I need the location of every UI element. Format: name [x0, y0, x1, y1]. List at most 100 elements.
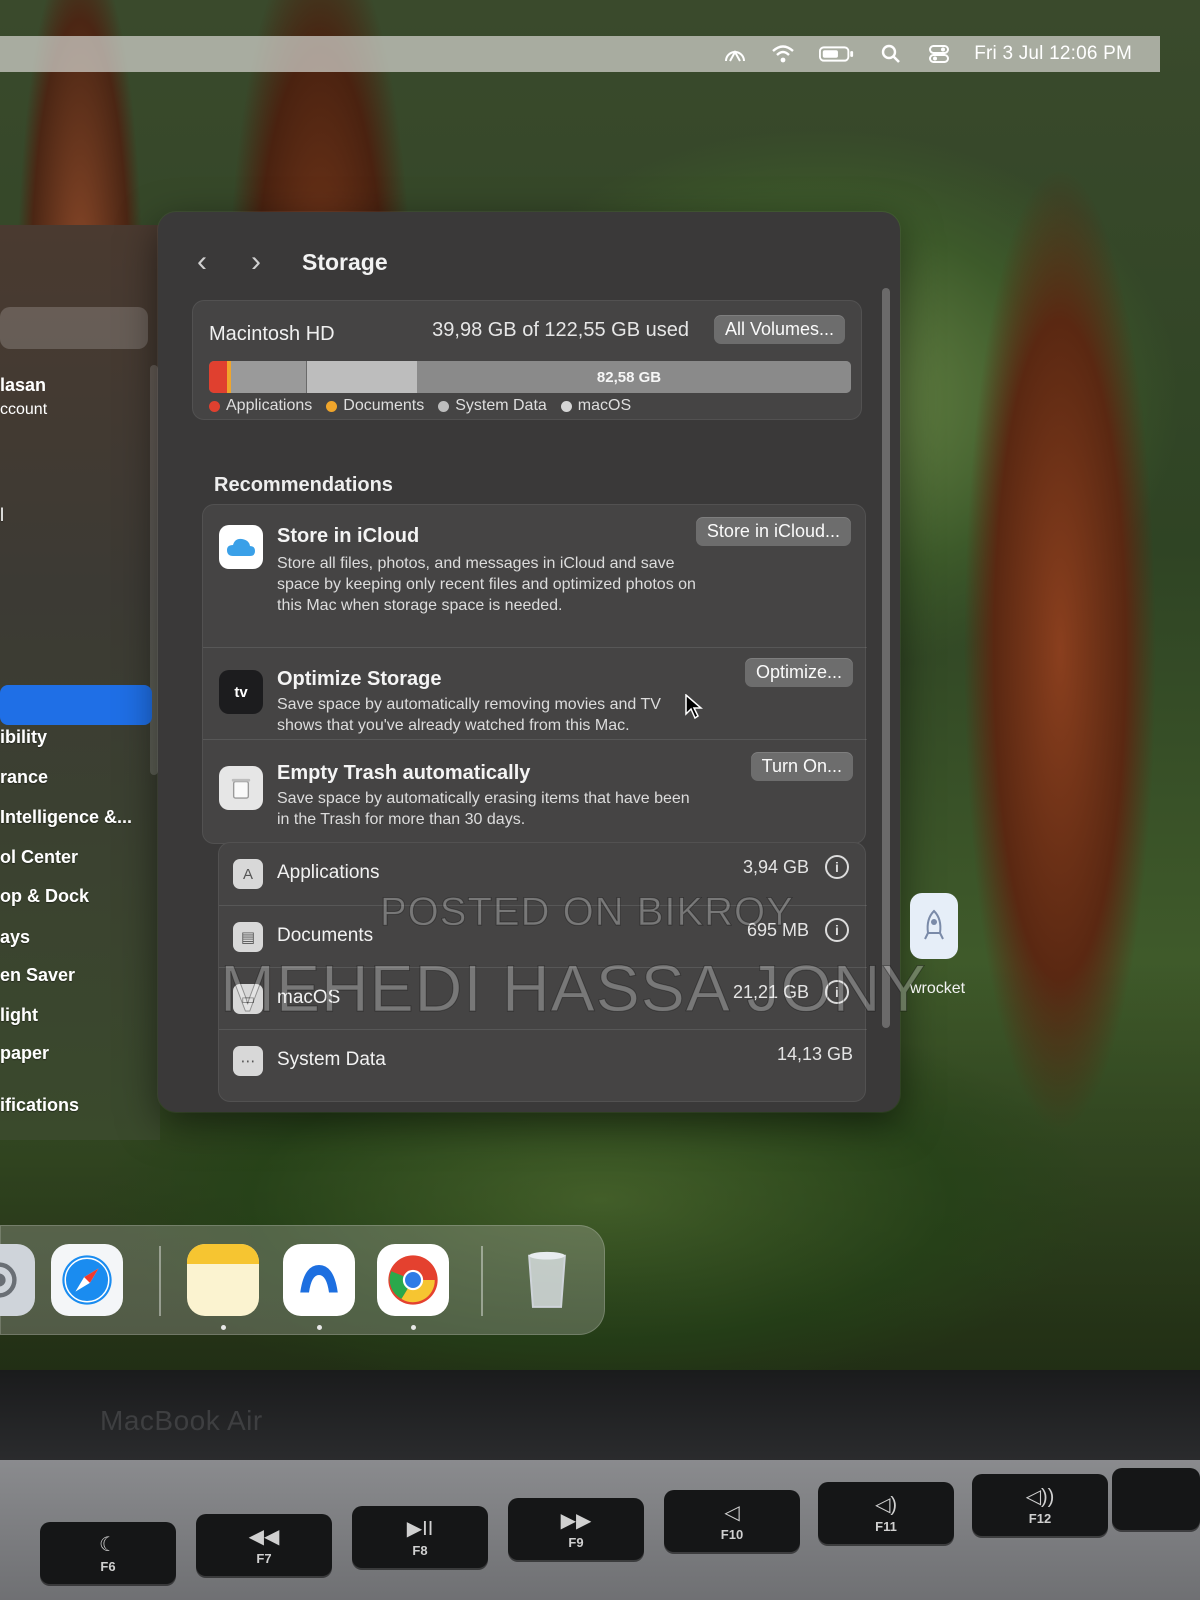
- optimize-button[interactable]: Optimize...: [744, 658, 853, 687]
- window-scrollbar[interactable]: [882, 288, 890, 1028]
- sidebar-item-wallpaper[interactable]: paper: [0, 1043, 49, 1064]
- key-glyph-icon: ◀◀: [248, 1526, 280, 1548]
- disk-usage-card: Macintosh HD 39,98 GB of 122,55 GB used …: [192, 300, 862, 420]
- disk-name: Macintosh HD: [209, 323, 335, 345]
- menu-bar-clock[interactable]: Fri 3 Jul 12:06 PM: [974, 43, 1132, 65]
- key-label: F8: [412, 1543, 428, 1558]
- dock-running-indicator: [317, 1325, 322, 1330]
- key-glyph-icon: ◁: [724, 1502, 740, 1524]
- watermark-line-2: MEHEDI HASSA JONY: [220, 951, 927, 1026]
- legend-documents: Documents: [326, 397, 424, 415]
- settings-sidebar: lasan ccount l ibility rance Intelligenc…: [0, 225, 160, 1140]
- bar-segment-applications: [209, 361, 227, 393]
- key-label: F10: [720, 1527, 744, 1542]
- sidebar-item-screen-saver[interactable]: en Saver: [0, 965, 75, 986]
- category-size: 14,13 GB: [776, 1044, 853, 1064]
- battery-icon[interactable]: [818, 43, 856, 65]
- forward-button[interactable]: ›: [242, 245, 270, 278]
- empty-trash-description: Save space by automatically erasing item…: [277, 790, 690, 828]
- dock-separator: [159, 1246, 161, 1316]
- key-glyph-icon: ◁): [874, 1494, 898, 1516]
- sidebar-item-spotlight[interactable]: light: [0, 1005, 38, 1026]
- category-label: Documents: [277, 925, 374, 946]
- wifi-icon[interactable]: [770, 43, 796, 65]
- sidebar-item-notifications[interactable]: ifications: [0, 1095, 79, 1116]
- sidebar-search-field[interactable]: [0, 307, 148, 349]
- key-label: F9: [568, 1535, 584, 1550]
- key-glyph-icon: ▶II: [406, 1518, 434, 1540]
- search-icon[interactable]: [878, 43, 904, 65]
- key-f6[interactable]: ☾ F6: [40, 1522, 176, 1584]
- category-row-system-data[interactable]: ⋯ System Data 14,13 GB: [219, 1029, 867, 1091]
- legend-label: System Data: [455, 397, 547, 414]
- sidebar-item-general-selected[interactable]: [0, 685, 152, 725]
- info-icon[interactable]: i: [825, 855, 849, 879]
- storage-legend: Applications Documents System Data macOS: [209, 397, 631, 415]
- dock-trash-icon[interactable]: [511, 1244, 583, 1316]
- key-f8[interactable]: ▶II F8: [352, 1506, 488, 1568]
- key-f11[interactable]: ◁) F11: [818, 1482, 954, 1544]
- icloud-description: Store all files, photos, and messages in…: [277, 555, 696, 614]
- key-glyph-icon: ◁)): [1025, 1486, 1055, 1508]
- recommendations-heading: Recommendations: [214, 474, 393, 496]
- disk-usage-text: 39,98 GB of 122,55 GB used: [432, 319, 689, 341]
- dock-system-settings-icon[interactable]: [0, 1244, 35, 1316]
- sidebar-item-displays[interactable]: ays: [0, 927, 30, 948]
- icloud-icon: [219, 525, 263, 569]
- key-glyph-icon: ▶▶: [560, 1510, 592, 1532]
- dock-vpn-app-icon[interactable]: [283, 1244, 355, 1316]
- recommendation-optimize: tv Optimize Storage Save space by automa…: [203, 647, 867, 739]
- legend-dot-icon: [209, 400, 220, 412]
- sidebar-user-name[interactable]: lasan: [0, 375, 46, 396]
- legend-label: macOS: [577, 397, 632, 414]
- documents-icon: ▤: [233, 922, 263, 952]
- free-space-label: 82,58 GB: [596, 368, 662, 386]
- key-f9[interactable]: ▶▶ F9: [508, 1498, 644, 1560]
- dock-notes-icon[interactable]: [187, 1244, 259, 1316]
- empty-trash-title: Empty Trash automatically: [277, 762, 531, 784]
- trash-icon: [219, 766, 263, 810]
- mouse-cursor-icon: [685, 693, 704, 720]
- apple-tv-icon-text: tv: [234, 683, 248, 701]
- sidebar-item-desktop-dock[interactable]: op & Dock: [0, 886, 89, 907]
- sidebar-item-control-center[interactable]: ol Center: [0, 847, 78, 868]
- sidebar-item-accessibility[interactable]: ibility: [0, 727, 47, 748]
- page-title: Storage: [302, 248, 388, 275]
- sidebar-item-apple-intelligence[interactable]: Intelligence &...: [0, 807, 132, 828]
- control-center-icon[interactable]: [926, 43, 952, 65]
- turn-on-button[interactable]: Turn On...: [750, 752, 853, 781]
- key-f10[interactable]: ◁ F10: [664, 1490, 800, 1552]
- info-icon[interactable]: i: [825, 918, 849, 942]
- all-volumes-button[interactable]: All Volumes...: [713, 315, 845, 344]
- menu-bar: Fri 3 Jul 12:06 PM: [0, 36, 1160, 72]
- sidebar-item-partial[interactable]: l: [0, 505, 4, 526]
- storage-usage-bar: 82,58 GB: [209, 361, 851, 393]
- apple-tv-icon: tv: [219, 670, 263, 714]
- optimize-description: Save space by automatically removing mov…: [277, 696, 661, 734]
- back-button[interactable]: ‹: [188, 245, 216, 278]
- key-label: F11: [875, 1519, 897, 1534]
- key-power[interactable]: [1112, 1468, 1200, 1530]
- control-icon[interactable]: [722, 43, 748, 65]
- system-data-icon: ⋯: [233, 1046, 263, 1076]
- key-f7[interactable]: ◀◀ F7: [196, 1514, 332, 1576]
- key-f12[interactable]: ◁)) F12: [972, 1474, 1108, 1536]
- dock-running-indicator: [411, 1325, 416, 1330]
- category-size: 3,94 GB: [742, 857, 809, 877]
- bar-segment-macos: [307, 361, 417, 393]
- dock-chrome-icon[interactable]: [377, 1244, 449, 1316]
- legend-dot-icon: [560, 400, 572, 412]
- sidebar-user-account[interactable]: ccount: [0, 401, 47, 419]
- recommendation-icloud: Store in iCloud Store all files, photos,…: [203, 505, 867, 647]
- key-label: F7: [256, 1551, 272, 1566]
- dock: [0, 1225, 605, 1335]
- key-label: F6: [100, 1559, 116, 1574]
- store-in-icloud-button[interactable]: Store in iCloud...: [695, 517, 851, 546]
- dock-safari-icon[interactable]: [51, 1244, 123, 1316]
- optimize-title: Optimize Storage: [277, 668, 442, 690]
- keyboard: ☾ F6 ◀◀ F7 ▶II F8 ▶▶ F9 ◁ F10 ◁) F11 ◁)) F12: [0, 1460, 1200, 1600]
- sidebar-item-appearance[interactable]: rance: [0, 767, 48, 788]
- recommendation-empty-trash: Empty Trash automatically Save space by …: [203, 739, 867, 845]
- macbook-air-label: MacBook Air: [100, 1405, 263, 1436]
- window-toolbar: ‹ › Storage: [188, 242, 388, 282]
